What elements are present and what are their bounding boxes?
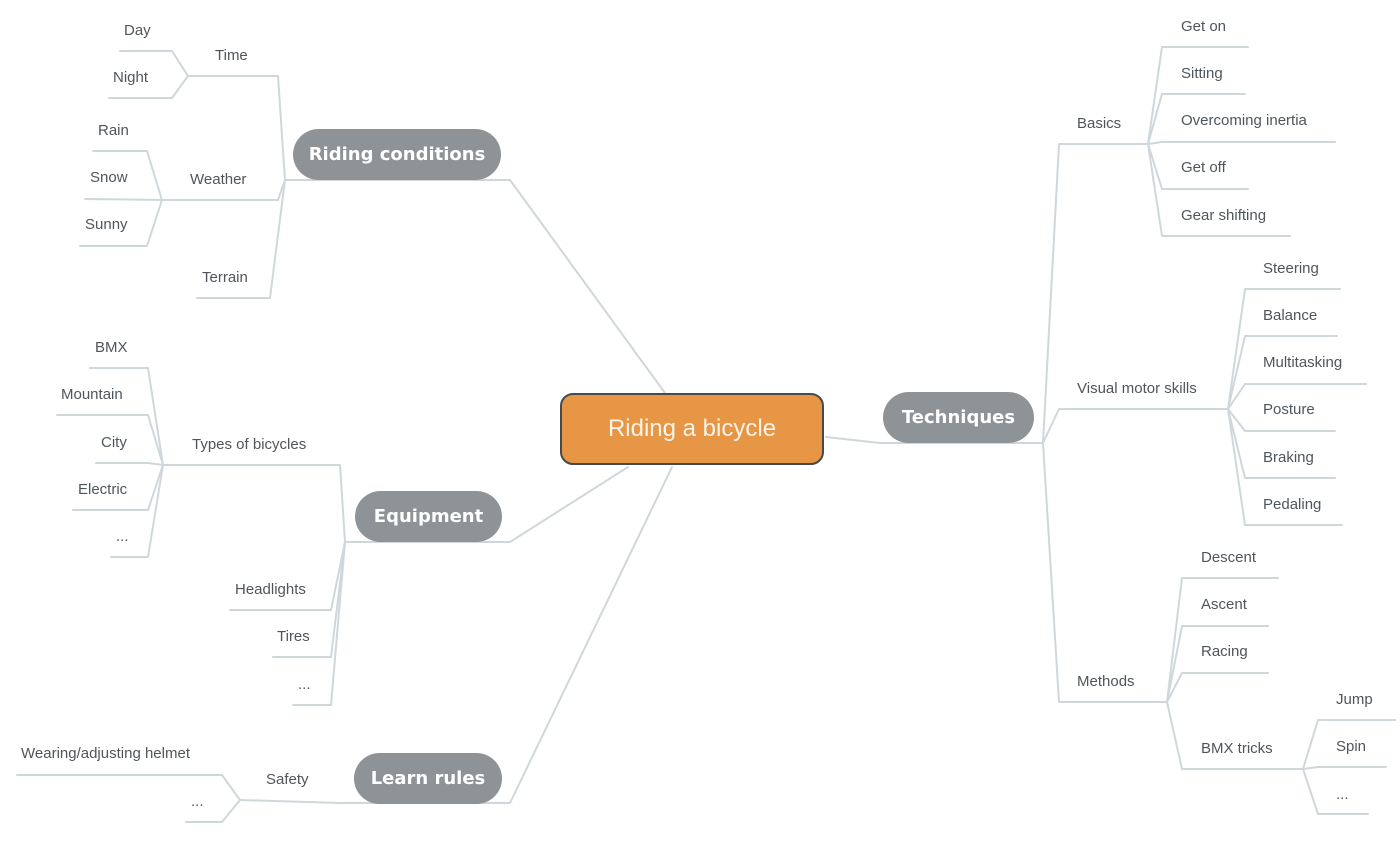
subtopic-tricks-more[interactable]: ... (1336, 786, 1349, 803)
subtopic-posture[interactable]: Posture (1263, 401, 1315, 418)
subtopic-racing[interactable]: Racing (1201, 643, 1248, 660)
connector-basics (1042, 143, 1149, 444)
central-topic[interactable]: Riding a bicycle (560, 393, 824, 465)
connector-headlights (229, 541, 346, 611)
connector-helmet (16, 774, 241, 801)
connector-time (187, 75, 286, 181)
subtopic-pedaling[interactable]: Pedaling (1263, 496, 1321, 513)
subtopic-headlights[interactable]: Headlights (235, 581, 306, 598)
subtopic-safety[interactable]: Safety (266, 771, 309, 788)
connector-safety (239, 799, 341, 804)
topic-techniques[interactable]: Techniques (883, 392, 1034, 443)
subtopic-helmet[interactable]: Wearing/adjusting helmet (21, 745, 190, 762)
connector-types (162, 464, 346, 543)
topic-equipment[interactable]: Equipment (355, 491, 502, 542)
connector-snow (84, 198, 163, 201)
subtopic-steering[interactable]: Steering (1263, 260, 1319, 277)
subtopic-basics[interactable]: Basics (1077, 115, 1121, 132)
connector-spin (1302, 766, 1387, 770)
subtopic-overcoming-inertia[interactable]: Overcoming inertia (1181, 112, 1307, 129)
subtopic-equipment-more[interactable]: ... (298, 676, 311, 693)
connector-visual-motor (1042, 408, 1229, 444)
subtopic-night[interactable]: Night (113, 69, 148, 86)
subtopic-day[interactable]: Day (124, 22, 151, 39)
subtopic-ascent[interactable]: Ascent (1201, 596, 1247, 613)
subtopic-rain[interactable]: Rain (98, 122, 129, 139)
connector-racing (1166, 672, 1269, 703)
subtopic-weather[interactable]: Weather (190, 171, 246, 188)
subtopic-safety-more[interactable]: ... (191, 793, 204, 810)
connector-balance (1227, 335, 1338, 410)
subtopic-get-on[interactable]: Get on (1181, 18, 1226, 35)
connector-bmx-tricks (1166, 701, 1304, 770)
subtopic-bmx-tricks[interactable]: BMX tricks (1201, 740, 1273, 757)
subtopic-methods[interactable]: Methods (1077, 673, 1135, 690)
subtopic-jump[interactable]: Jump (1336, 691, 1373, 708)
connector-get-on (1147, 46, 1249, 145)
subtopic-mountain[interactable]: Mountain (61, 386, 123, 403)
subtopic-sunny[interactable]: Sunny (85, 216, 128, 233)
connector-city (95, 462, 164, 466)
subtopic-balance[interactable]: Balance (1263, 307, 1317, 324)
subtopic-get-off[interactable]: Get off (1181, 159, 1226, 176)
connector-braking (1227, 408, 1336, 479)
topic-learn-rules[interactable]: Learn rules (354, 753, 502, 804)
subtopic-tires[interactable]: Tires (277, 628, 310, 645)
subtopic-bmx[interactable]: BMX (95, 339, 128, 356)
subtopic-multitasking[interactable]: Multitasking (1263, 354, 1342, 371)
subtopic-time[interactable]: Time (215, 47, 248, 64)
subtopic-types-of-bicycles[interactable]: Types of bicycles (192, 436, 306, 453)
subtopic-city[interactable]: City (101, 434, 127, 451)
subtopic-types-more[interactable]: ... (116, 528, 129, 545)
subtopic-electric[interactable]: Electric (78, 481, 127, 498)
connector-root-riding-conditions (284, 179, 666, 394)
subtopic-visual-motor-skills[interactable]: Visual motor skills (1077, 380, 1197, 397)
subtopic-braking[interactable]: Braking (1263, 449, 1314, 466)
connector-methods (1042, 442, 1168, 703)
connector-ascent (1166, 625, 1269, 703)
subtopic-sitting[interactable]: Sitting (1181, 65, 1223, 82)
subtopic-descent[interactable]: Descent (1201, 549, 1256, 566)
subtopic-spin[interactable]: Spin (1336, 738, 1366, 755)
subtopic-gear-shifting[interactable]: Gear shifting (1181, 207, 1266, 224)
topic-riding-conditions[interactable]: Riding conditions (293, 129, 501, 180)
subtopic-snow[interactable]: Snow (90, 169, 128, 186)
subtopic-terrain[interactable]: Terrain (202, 269, 248, 286)
connector-inertia (1147, 141, 1336, 145)
